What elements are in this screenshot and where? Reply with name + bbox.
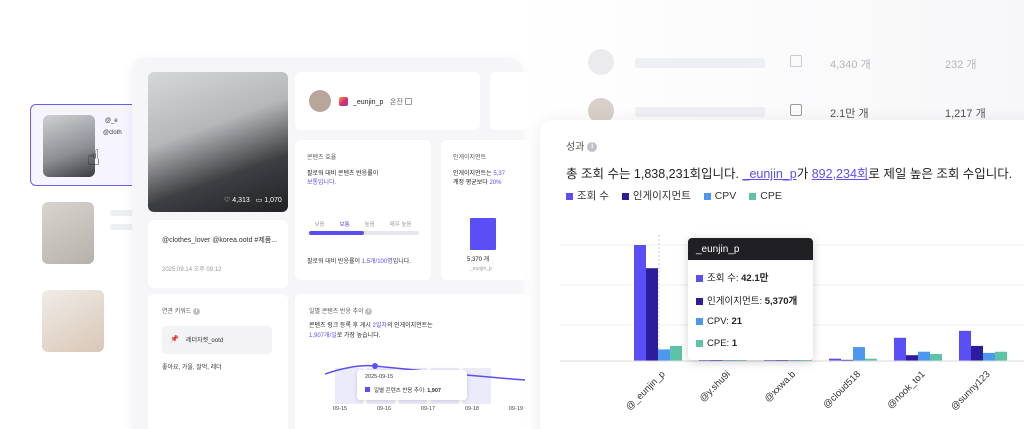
info-icon[interactable]: i xyxy=(587,142,598,153)
thumbnail-photo xyxy=(42,202,94,264)
profile-card[interactable]: _eunjin_p 온잔 xyxy=(295,72,480,130)
daily-tooltip-date: 2025-09-15 xyxy=(365,374,394,380)
stage: 4,340 개 232 개 2.1만 개 1,217 개 @_e @cloth … xyxy=(0,0,1024,429)
profile-status: 온잔 xyxy=(390,99,403,106)
effect-footer: 팔로워 대비 반응률이 1.5개/100명입니다. xyxy=(307,259,411,265)
post-date: 2025.09.14 오후 09:12 xyxy=(162,267,222,273)
list-item[interactable] xyxy=(30,196,138,272)
tooltip-row: CPE: 1 xyxy=(696,338,737,349)
post-photo-card[interactable]: ♡ 4,313 ▭ 1,070 xyxy=(148,72,288,212)
daily-tooltip: 2025-09-15 일별 콘텐츠 반응 추이: 1,907 xyxy=(357,370,467,400)
daily-dates: 09-15 09-16 09-17 09-18 09-19 xyxy=(333,406,523,412)
thumbnail-sub: @cloth xyxy=(103,130,122,136)
caption-card: @clothes_lover @korea.ootd #제품... 2025.0… xyxy=(148,220,288,288)
performance-headline: 총 조회 수는 1,838,231회입니다. _eunjin_p가 892,23… xyxy=(566,167,1013,181)
effect-desc: 팔로워 대비 콘텐츠 반응률이 xyxy=(307,171,379,177)
bar-1-5[interactable] xyxy=(971,345,983,361)
engagement-owner: _eunjin_p xyxy=(470,266,492,272)
content-dashboard: ♡ 4,313 ▭ 1,070 @clothes_lover @korea.oo… xyxy=(132,58,531,429)
row-value: 1,217 개 xyxy=(945,108,986,120)
keywords-card: 연관 키워드 i 📌 레더자켓_ootd 좋아요, 가을, 잘먹, 레더 xyxy=(148,294,288,429)
daily-title: 일별 콘텐츠 반응 추이 i xyxy=(309,308,373,316)
engagement-value: 5,370 개 xyxy=(467,257,490,263)
thumbnail-photo xyxy=(42,290,104,352)
list-item[interactable] xyxy=(30,282,138,360)
legend-item-engagement[interactable]: 인게이지먼트 xyxy=(621,190,691,202)
post-caption: @clothes_lover @korea.ootd #제품... xyxy=(162,237,278,244)
tooltip-row: CPV: 21 xyxy=(696,316,742,327)
external-link-icon[interactable] xyxy=(790,104,802,116)
daily-tooltip-label: 일별 콘텐츠 반응 추이: 1,907 xyxy=(374,388,441,394)
bar-2-0[interactable] xyxy=(658,349,670,361)
list-row[interactable]: 4,340 개 232 개 xyxy=(585,46,1024,80)
legend-item-cpv[interactable]: CPV xyxy=(703,190,736,202)
post-comments: 1,070 xyxy=(264,197,282,204)
effect-levels: 낮음 보통 높음 매우 높음 xyxy=(314,222,412,228)
profile-extra-card xyxy=(490,72,530,130)
bar-2-5[interactable] xyxy=(983,352,995,361)
engagement-title: 인게이지먼트 xyxy=(453,155,487,161)
daily-trend-card: 일별 콘텐츠 반응 추이 i 콘텐츠 링크 등록 후 게시 2일차의 인게이지먼… xyxy=(295,294,531,429)
legend-item-cpe[interactable]: CPE xyxy=(749,190,782,202)
engagement-card: 인게이지먼트 인게이지먼트는 5,37 계정 평균보다 20% 5,370 개 … xyxy=(441,140,531,280)
bar-2-3[interactable] xyxy=(853,347,865,361)
row-count: 4,340 개 xyxy=(830,59,871,71)
engagement-bar xyxy=(470,218,496,250)
content-effect-card: 콘텐츠 효율 팔로워 대비 콘텐츠 반응률이 보통입니다. 낮음 보통 높음 매… xyxy=(295,140,431,280)
keywords-title: 연관 키워드 i xyxy=(162,308,200,316)
daily-desc-2: 1,907개/일로 가장 높습니다. xyxy=(309,333,381,339)
engagement-desc: 인게이지먼트는 5,37 xyxy=(453,171,505,177)
pointer-hand-icon: ☝ xyxy=(87,145,101,170)
bar-0-4[interactable] xyxy=(894,337,906,361)
info-icon[interactable]: i xyxy=(365,308,373,315)
bar-3-5[interactable] xyxy=(995,351,1007,361)
bar-3-0[interactable] xyxy=(670,345,682,361)
bar-2-4[interactable] xyxy=(918,351,930,361)
thumbnail-handle: @_e xyxy=(105,118,118,124)
engagement-desc-2: 계정 평균보다 20% xyxy=(453,180,502,186)
profile-name: _eunjin_p xyxy=(353,99,384,106)
tooltip-row: 조회 수: 42.1만 xyxy=(696,270,768,284)
bar-0-0[interactable] xyxy=(634,245,646,361)
tooltip-title: _eunjin_p xyxy=(688,238,813,260)
legend-item-views[interactable]: 조회 수 xyxy=(566,190,609,202)
chart-legend: 조회 수 인게이지먼트 CPV CPE xyxy=(566,188,782,203)
daily-desc: 콘텐츠 링크 등록 후 게시 2일차의 인게이지먼트는 xyxy=(309,323,433,329)
info-icon[interactable]: i xyxy=(192,308,200,315)
bar-0-5[interactable] xyxy=(959,330,971,361)
avatar xyxy=(588,49,614,75)
effect-title: 콘텐츠 효율 xyxy=(307,155,337,161)
external-link-icon[interactable] xyxy=(790,55,802,67)
keyword-tag[interactable]: 📌 레더자켓_ootd xyxy=(162,326,272,354)
avatar xyxy=(309,90,331,112)
row-value: 232 개 xyxy=(945,59,977,71)
pin-icon: 📌 xyxy=(170,336,179,343)
comment-icon: ▭ xyxy=(255,197,263,204)
chart-tooltip: _eunjin_p 조회 수: 42.1만 인게이지먼트: 5,370개 CPV… xyxy=(688,238,813,360)
bar-1-0[interactable] xyxy=(646,268,658,361)
effect-progress-fill xyxy=(309,231,364,235)
daily-area xyxy=(463,368,491,404)
external-link-icon[interactable] xyxy=(405,98,412,105)
bar-3-4[interactable] xyxy=(930,354,942,361)
tooltip-row: 인게이지먼트: 5,370개 xyxy=(696,293,797,307)
performance-title: 성과 i xyxy=(566,138,598,153)
row-count: 2.1만 개 xyxy=(830,108,869,120)
post-likes: 4,313 xyxy=(232,197,250,204)
selected-thumbnail-item[interactable]: @_e @cloth ☝ xyxy=(30,104,138,186)
heart-icon: ♡ xyxy=(224,197,231,204)
bar-1-4[interactable] xyxy=(906,355,918,361)
effect-level: 보통입니다. xyxy=(307,180,337,186)
daily-point[interactable] xyxy=(372,363,378,369)
keyword-tag-label: 레더자켓_ootd xyxy=(186,338,224,344)
keyword-list: 좋아요, 가을, 잘먹, 레더 xyxy=(162,365,222,371)
post-stats: ♡ 4,313 ▭ 1,070 xyxy=(224,196,282,204)
instagram-icon xyxy=(339,97,348,106)
